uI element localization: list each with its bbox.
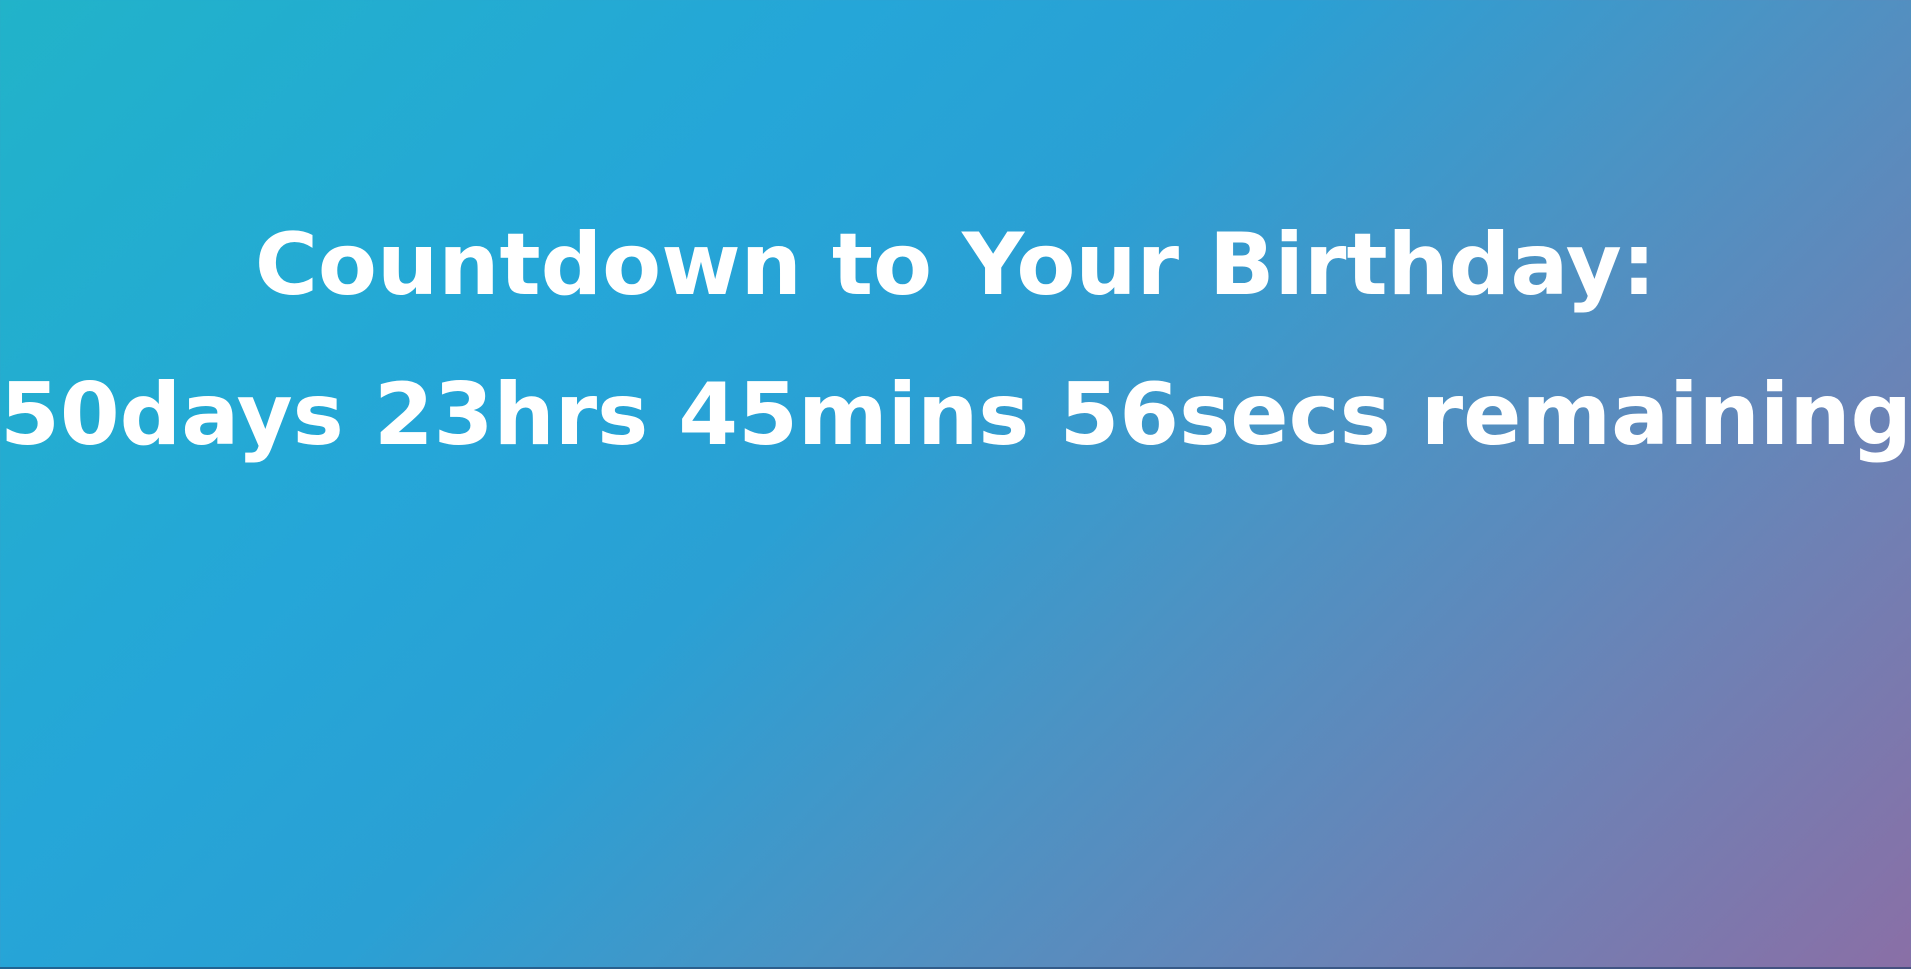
countdown-suffix: remaining [1420,365,1911,465]
countdown-container: Countdown to Your Birthday: 50days 23hrs… [0,222,1911,458]
countdown-remaining-text: 50days 23hrs 45mins 56secs remaining [0,372,1911,458]
countdown-hours: 23hrs [373,365,649,465]
countdown-seconds: 56secs [1059,365,1391,465]
countdown-days: 50days [0,365,344,465]
countdown-title: Countdown to Your Birthday: [254,215,1657,315]
countdown-minutes: 45mins [678,365,1030,465]
